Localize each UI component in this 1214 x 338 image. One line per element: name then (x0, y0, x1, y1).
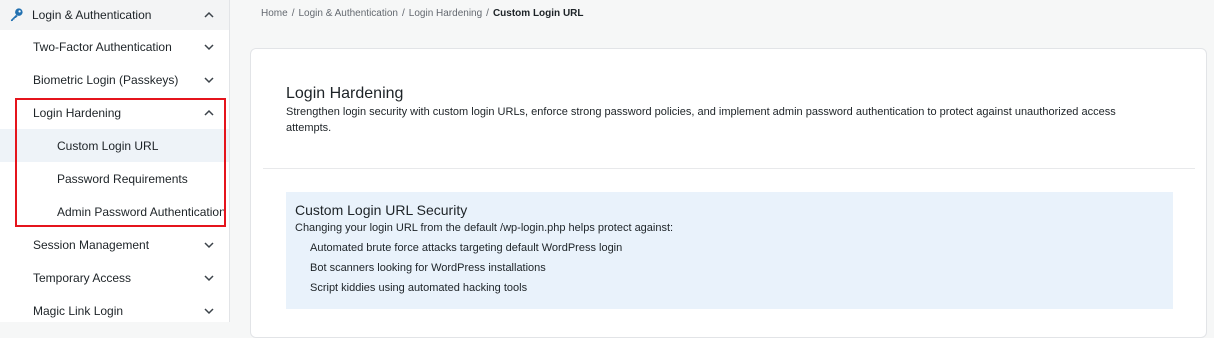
sidebar-item-biometric-login[interactable]: Biometric Login (Passkeys) (0, 63, 229, 96)
breadcrumb-login-authentication[interactable]: Login & Authentication (298, 8, 398, 19)
sidebar-item-two-factor[interactable]: Two-Factor Authentication (0, 30, 229, 63)
sidebar-item-login-hardening[interactable]: Login Hardening (0, 96, 229, 129)
sidebar: Login & Authentication Two-Factor Authen… (0, 0, 230, 322)
sidebar-item-session-management[interactable]: Session Management (0, 228, 229, 261)
chevron-up-icon (204, 11, 214, 18)
content-panel: Login Hardening Strengthen login securit… (250, 48, 1207, 338)
sidebar-child-admin-password-authentication[interactable]: Admin Password Authentication (0, 195, 229, 228)
list-item: Bot scanners looking for WordPress insta… (310, 262, 546, 274)
page-title: Login Hardening (286, 85, 404, 102)
chevron-up-icon (204, 109, 214, 116)
breadcrumb: Home / Login & Authentication / Login Harden… (261, 8, 584, 19)
breadcrumb-separator: / (486, 8, 489, 19)
info-box-subtitle: Changing your login URL from the default… (295, 222, 674, 234)
sidebar-item-label: Login & Authentication (32, 8, 152, 22)
breadcrumb-separator: / (291, 8, 295, 19)
breadcrumb-login-hardening[interactable]: Login Hardening (409, 8, 482, 19)
breadcrumb-current: Custom Login URL (492, 8, 584, 19)
sidebar-item-label: Password Requirements (57, 171, 188, 186)
sidebar-item-label: Two-Factor Authentication (33, 39, 172, 54)
sidebar-item-label: Magic Link Login (33, 303, 124, 318)
sidebar-child-password-requirements[interactable]: Password Requirements (0, 162, 229, 195)
sidebar-item-label: Session Management (33, 237, 150, 252)
chevron-down-icon (204, 274, 214, 281)
key-icon (10, 8, 23, 22)
chevron-down-icon (204, 241, 214, 248)
sidebar-item-label: Biometric Login (Passkeys) (33, 72, 179, 87)
sidebar-item-label: Custom Login URL (57, 138, 159, 153)
info-box-title: Custom Login URL Security (295, 202, 468, 218)
sidebar-item-temporary-access[interactable]: Temporary Access (0, 261, 229, 294)
sidebar-item-label: Temporary Access (33, 270, 132, 285)
info-box-list: Automated brute force attacks targeting … (310, 241, 622, 301)
info-box: Custom Login URL Security Changing your … (286, 192, 1173, 309)
breadcrumb-separator: / (402, 8, 405, 19)
sidebar-child-custom-login-url[interactable]: Custom Login URL (0, 129, 229, 162)
list-item: Automated brute force attacks targeting … (310, 242, 623, 254)
page-description: Strengthen login security with custom lo… (286, 106, 1116, 134)
sidebar-item-label: Login Hardening (33, 105, 122, 120)
divider (263, 168, 1195, 169)
chevron-down-icon (204, 43, 214, 50)
chevron-down-icon (204, 307, 214, 314)
list-item: Script kiddies using automated hacking t… (310, 282, 528, 294)
chevron-down-icon (204, 76, 214, 83)
sidebar-item-magic-link-login[interactable]: Magic Link Login (0, 294, 229, 327)
sidebar-item-login-authentication[interactable]: Login & Authentication (0, 0, 229, 30)
sidebar-item-label: Admin Password Authentication (57, 204, 226, 219)
breadcrumb-home[interactable]: Home (261, 8, 288, 19)
